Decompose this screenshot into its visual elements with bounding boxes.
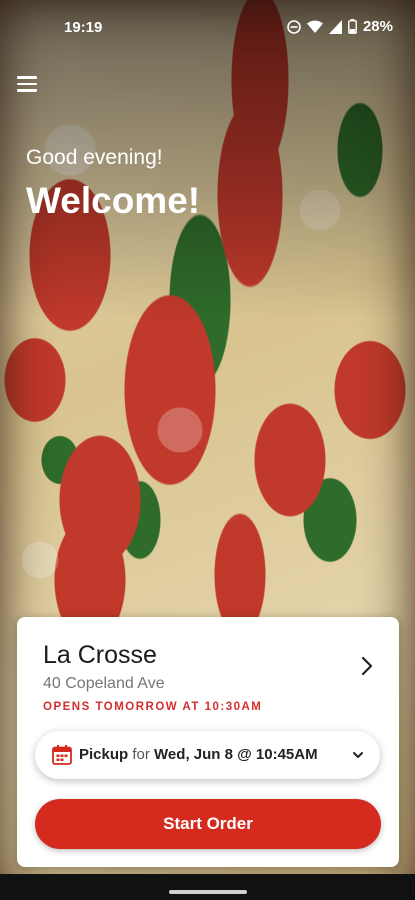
pickup-summary: Pickup for Wed, Jun 8 @ 10:45AM bbox=[79, 746, 318, 763]
store-card: La Crosse 40 Copeland Ave OPENS TOMORROW… bbox=[17, 617, 399, 867]
pickup-datetime: Wed, Jun 8 @ 10:45AM bbox=[154, 746, 318, 763]
battery-percentage: 28% bbox=[362, 18, 393, 35]
signal-icon bbox=[328, 19, 342, 34]
home-gesture-handle[interactable] bbox=[169, 890, 247, 894]
store-name[interactable]: La Crosse bbox=[43, 641, 157, 670]
battery-icon bbox=[348, 19, 357, 34]
do-not-disturb-icon bbox=[287, 19, 301, 34]
pickup-connector: for bbox=[132, 746, 150, 763]
start-order-button[interactable]: Start Order bbox=[35, 799, 381, 849]
calendar-icon bbox=[52, 745, 72, 765]
pickup-mode: Pickup bbox=[79, 746, 129, 763]
welcome-title: Welcome! bbox=[26, 180, 201, 221]
pickup-time-selector[interactable]: Pickup for Wed, Jun 8 @ 10:45AM bbox=[35, 731, 380, 779]
system-navigation-bar bbox=[0, 874, 415, 900]
store-address: 40 Copeland Ave bbox=[43, 675, 165, 692]
status-icons: 28% bbox=[287, 18, 393, 35]
status-time: 19:19 bbox=[64, 19, 103, 36]
hamburger-menu-icon[interactable] bbox=[14, 72, 40, 98]
wifi-icon bbox=[306, 20, 323, 33]
status-bar: 19:19 28% bbox=[0, 0, 415, 48]
store-opening-status: OPENS TOMORROW AT 10:30AM bbox=[43, 701, 263, 713]
greeting-text: Good evening! bbox=[26, 146, 163, 169]
chevron-down-icon bbox=[353, 752, 363, 758]
chevron-right-icon[interactable] bbox=[359, 655, 375, 677]
